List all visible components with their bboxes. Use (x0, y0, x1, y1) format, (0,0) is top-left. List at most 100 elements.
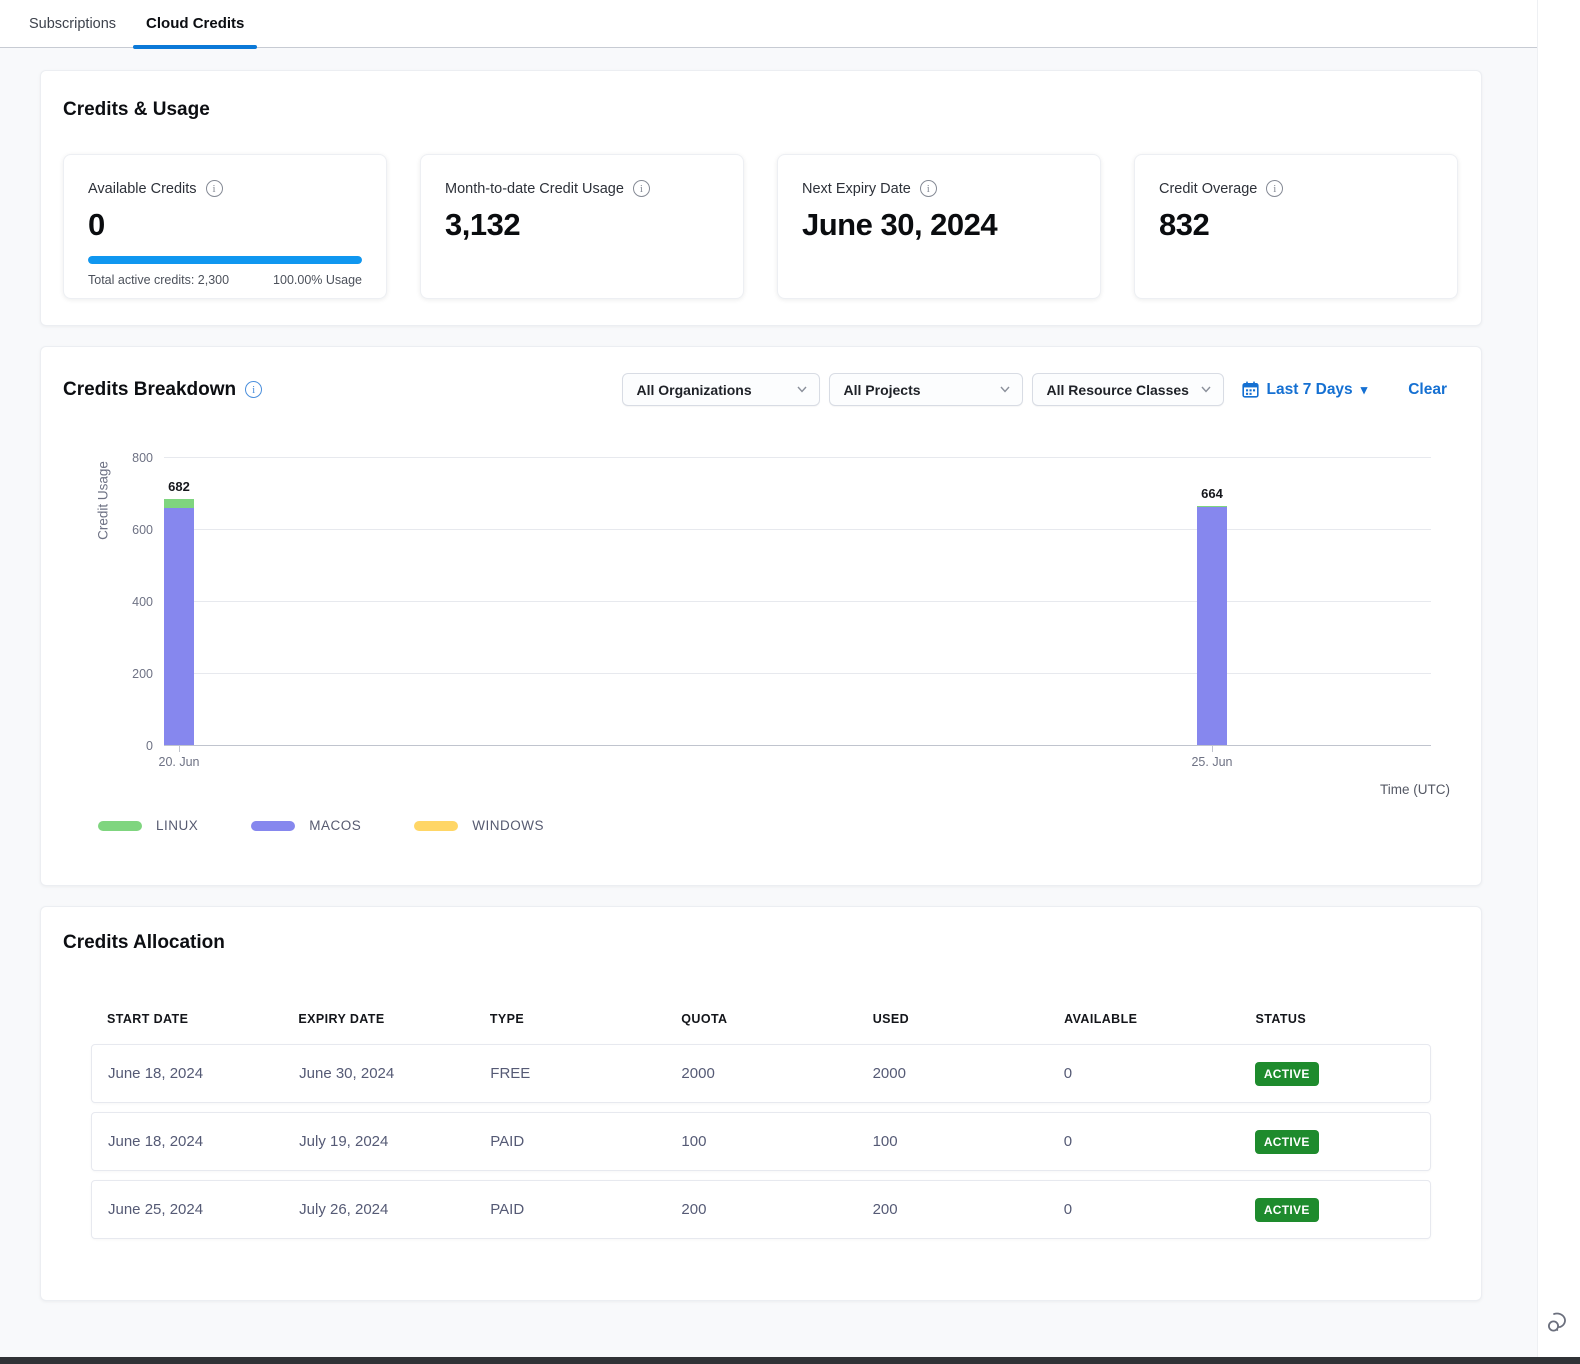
cell-available: 0 (1048, 1201, 1239, 1218)
mtd-usage-value: 3,132 (445, 207, 719, 243)
cell-start_date: June 18, 2024 (92, 1065, 283, 1082)
projects-dropdown[interactable]: All Projects (829, 373, 1023, 406)
macos-legend-swatch (251, 821, 295, 831)
cell-used: 2000 (857, 1065, 1048, 1082)
main-area: Subscriptions Cloud Credits Credits & Us… (0, 0, 1537, 1357)
tab-subscriptions[interactable]: Subscriptions (14, 0, 131, 47)
info-icon[interactable] (633, 180, 650, 197)
cell-expiry_date: July 19, 2024 (283, 1133, 474, 1150)
windows-legend-swatch (414, 821, 458, 831)
chart-x-axis-label: Time (UTC) (1380, 782, 1450, 797)
y-tick-label: 200 (132, 667, 153, 681)
credit-overage-value: 832 (1159, 207, 1433, 243)
y-tick-label: 600 (132, 523, 153, 537)
x-tick-label: 25. Jun (1191, 755, 1232, 769)
allocation-table-header: START DATEEXPIRY DATETYPEQUOTAUSEDAVAILA… (91, 1012, 1431, 1044)
usage-percent: 100.00% Usage (273, 273, 362, 287)
gridline (164, 457, 1431, 458)
tab-cloud-credits[interactable]: Cloud Credits (131, 0, 259, 47)
stat-next-expiry: Next Expiry Date June 30, 2024 (777, 154, 1101, 299)
support-chat-icon[interactable] (1544, 1306, 1574, 1336)
status-badge: ACTIVE (1255, 1130, 1319, 1154)
clear-filters-button[interactable]: Clear (1408, 381, 1447, 399)
credits-breakdown-title: Credits Breakdown (63, 379, 236, 401)
chevron-down-icon (1000, 386, 1010, 393)
organizations-dropdown-value: All Organizations (637, 382, 752, 398)
allocation-table-body: June 18, 2024June 30, 2024FREE200020000A… (91, 1044, 1431, 1239)
table-row: June 18, 2024July 19, 2024PAID1001000ACT… (91, 1112, 1431, 1171)
date-range-picker[interactable]: Last 7 Days (1242, 381, 1368, 399)
column-header-status: STATUS (1240, 1012, 1431, 1026)
cell-status: ACTIVE (1239, 1130, 1430, 1154)
status-badge: ACTIVE (1255, 1198, 1319, 1222)
stat-cards-row: Available Credits 0 Total active credits… (63, 154, 1459, 299)
column-header-expiry_date: EXPIRY DATE (282, 1012, 473, 1026)
cell-type: PAID (474, 1133, 665, 1150)
stat-label: Month-to-date Credit Usage (445, 181, 624, 197)
tab-subscriptions-label: Subscriptions (29, 16, 116, 32)
legend-item-windows[interactable]: WINDOWS (414, 818, 544, 833)
next-expiry-value: June 30, 2024 (802, 207, 1076, 243)
chevron-down-icon (1201, 386, 1211, 393)
projects-dropdown-value: All Projects (844, 382, 921, 398)
gridline (164, 745, 1431, 746)
resource-classes-dropdown[interactable]: All Resource Classes (1032, 373, 1224, 406)
info-icon[interactable] (1266, 180, 1283, 197)
credits-progress-bar (88, 256, 362, 264)
y-tick-label: 0 (146, 739, 153, 753)
available-credits-value: 0 (88, 207, 362, 243)
triangle-down-icon (1361, 381, 1368, 399)
gridline (164, 673, 1431, 674)
gridline (164, 529, 1431, 530)
credits-usage-title: Credits & Usage (63, 99, 1459, 121)
chart-plot: Credit Usage Time (UTC) 0200400600800682… (164, 458, 1431, 746)
column-header-start_date: START DATE (91, 1012, 282, 1026)
info-icon[interactable] (206, 180, 223, 197)
legend-item-macos[interactable]: MACOS (251, 818, 361, 833)
y-tick-label: 400 (132, 595, 153, 609)
cell-expiry_date: June 30, 2024 (283, 1065, 474, 1082)
cell-type: FREE (474, 1065, 665, 1082)
x-tick (1212, 746, 1213, 752)
stat-label: Next Expiry Date (802, 181, 911, 197)
credits-breakdown-card: Credits Breakdown All Organizations All … (40, 346, 1482, 886)
cell-type: PAID (474, 1201, 665, 1218)
stat-available-credits: Available Credits 0 Total active credits… (63, 154, 387, 299)
stat-mtd-usage: Month-to-date Credit Usage 3,132 (420, 154, 744, 299)
cell-status: ACTIVE (1239, 1198, 1430, 1222)
credits-progress-fill (88, 256, 362, 264)
info-icon[interactable] (245, 381, 262, 398)
stat-credit-overage: Credit Overage 832 (1134, 154, 1458, 299)
column-header-available: AVAILABLE (1048, 1012, 1239, 1026)
cell-used: 200 (857, 1201, 1048, 1218)
credits-allocation-title: Credits Allocation (63, 932, 1459, 954)
cell-quota: 200 (665, 1201, 856, 1218)
y-tick-label: 800 (132, 451, 153, 465)
macos-bar-segment (164, 508, 194, 745)
cell-start_date: June 18, 2024 (92, 1133, 283, 1150)
total-active-credits: Total active credits: 2,300 (88, 273, 229, 287)
info-icon[interactable] (920, 180, 937, 197)
chevron-down-icon (797, 386, 807, 393)
calendar-icon (1242, 381, 1259, 398)
stat-label: Available Credits (88, 181, 197, 197)
legend-item-linux[interactable]: LINUX (98, 818, 198, 833)
legend-label: MACOS (309, 818, 361, 833)
resource-classes-dropdown-value: All Resource Classes (1047, 382, 1189, 398)
organizations-dropdown[interactable]: All Organizations (622, 373, 820, 406)
allocation-table: START DATEEXPIRY DATETYPEQUOTAUSEDAVAILA… (91, 1012, 1431, 1239)
x-tick-label: 20. Jun (158, 755, 199, 769)
bottom-edge-bar (0, 1357, 1580, 1364)
credits-allocation-card: Credits Allocation START DATEEXPIRY DATE… (40, 906, 1482, 1301)
bar-value-label: 682 (164, 479, 194, 494)
legend-label: WINDOWS (472, 818, 544, 833)
chart-filters: All Organizations All Projects All Resou… (622, 373, 1459, 406)
status-badge: ACTIVE (1255, 1062, 1319, 1086)
credits-usage-card: Credits & Usage Available Credits 0 Tota… (40, 70, 1482, 326)
cell-available: 0 (1048, 1133, 1239, 1150)
cell-expiry_date: July 26, 2024 (283, 1201, 474, 1218)
tab-bar: Subscriptions Cloud Credits (0, 0, 1537, 48)
chart-y-axis-label: Credit Usage (96, 451, 111, 551)
cell-quota: 100 (665, 1133, 856, 1150)
cell-quota: 2000 (665, 1065, 856, 1082)
